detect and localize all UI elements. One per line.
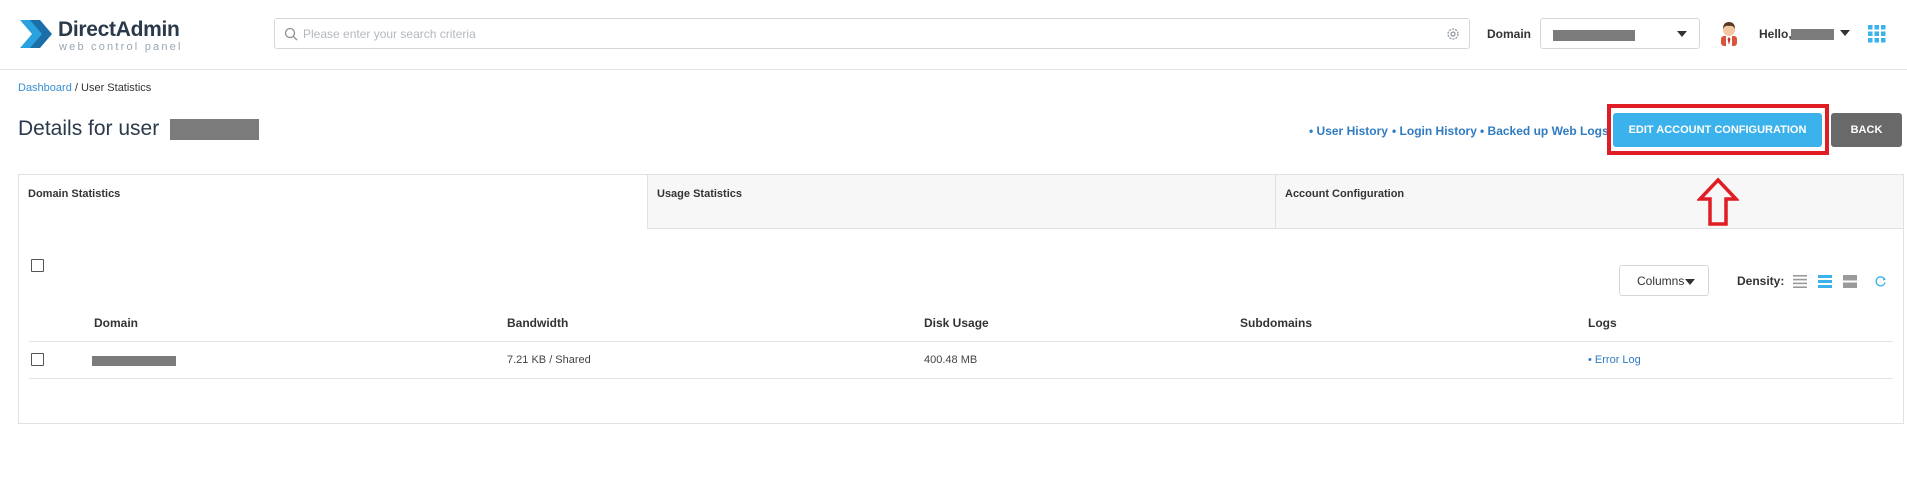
density-standard-icon[interactable] (1818, 275, 1832, 288)
gear-icon[interactable] (1446, 27, 1460, 41)
table-divider (29, 341, 1893, 342)
redacted-username (1791, 29, 1834, 40)
breadcrumb: Dashboard / User Statistics (18, 82, 151, 94)
columns-button[interactable]: Columns (1619, 265, 1709, 296)
error-log-link[interactable]: Error Log (1595, 354, 1641, 366)
top-header: DirectAdmin web control panel Domain Hel… (0, 0, 1907, 70)
directadmin-logo-icon (20, 20, 52, 48)
redacted-domain-cell (92, 356, 176, 366)
domain-label: Domain (1487, 27, 1532, 41)
table-divider (29, 378, 1893, 379)
refresh-icon[interactable] (1874, 275, 1887, 288)
breadcrumb-separator: / (74, 82, 78, 94)
column-header-bandwidth[interactable]: Bandwidth (507, 316, 568, 330)
tab-account-configuration[interactable]: Account Configuration (1275, 175, 1903, 229)
backed-up-web-logs-link[interactable]: Backed up Web Logs (1488, 124, 1609, 138)
logo-title: DirectAdmin (58, 18, 180, 41)
up-arrow-icon (1697, 177, 1739, 226)
logo[interactable]: DirectAdmin web control panel (18, 16, 188, 56)
back-button[interactable]: BACK (1831, 113, 1902, 147)
columns-label: Columns (1637, 274, 1685, 288)
search-bar[interactable] (274, 18, 1470, 49)
redacted-domain (1553, 30, 1635, 41)
login-history-link-wrap: • Login History (1392, 124, 1477, 138)
select-all-checkbox[interactable] (31, 259, 44, 272)
statistics-panel: Domain Statistics Usage Statistics Accou… (18, 174, 1904, 424)
redacted-username-title (170, 119, 259, 140)
density-comfortable-icon[interactable] (1843, 275, 1857, 288)
column-header-subdomains[interactable]: Subdomains (1240, 316, 1312, 330)
tab-domain-statistics[interactable]: Domain Statistics (19, 175, 647, 229)
logo-subtitle: web control panel (59, 41, 183, 53)
breadcrumb-dashboard-link[interactable]: Dashboard (18, 82, 72, 94)
logs-bullet: • (1588, 354, 1592, 366)
density-label: Density: (1737, 274, 1785, 288)
hello-label[interactable]: Hello, (1759, 27, 1792, 41)
user-history-link-wrap: • User History (1309, 124, 1388, 138)
tab-usage-statistics[interactable]: Usage Statistics (647, 175, 1275, 229)
login-history-link[interactable]: Login History (1400, 124, 1477, 138)
link-bullet: • (1480, 124, 1485, 138)
column-header-disk-usage[interactable]: Disk Usage (924, 316, 989, 330)
search-icon (284, 27, 298, 41)
page-title: Details for user (18, 117, 160, 140)
user-history-link[interactable]: User History (1317, 124, 1388, 138)
backed-up-web-logs-link-wrap: • Backed up Web Logs (1480, 124, 1609, 138)
logs-cell: • Error Log (1588, 354, 1641, 366)
grid-apps-icon[interactable] (1868, 25, 1886, 43)
column-header-domain[interactable]: Domain (94, 316, 138, 330)
link-bullet: • (1309, 124, 1314, 138)
avatar[interactable] (1718, 20, 1740, 46)
domain-select[interactable] (1540, 18, 1700, 49)
bandwidth-cell: 7.21 KB / Shared (507, 354, 591, 366)
user-menu-chevron-icon[interactable] (1840, 30, 1850, 36)
chevron-down-icon (1677, 31, 1687, 37)
breadcrumb-current: User Statistics (81, 82, 152, 94)
tabs: Domain Statistics Usage Statistics Accou… (19, 175, 1903, 229)
density-compact-icon[interactable] (1793, 275, 1807, 288)
edit-account-configuration-button[interactable]: EDIT ACCOUNT CONFIGURATION (1613, 113, 1822, 147)
link-bullet: • (1392, 124, 1397, 138)
disk-usage-cell: 400.48 MB (924, 354, 978, 366)
chevron-down-icon (1685, 279, 1695, 285)
row-checkbox[interactable] (31, 353, 44, 366)
column-header-logs[interactable]: Logs (1588, 316, 1617, 330)
search-input[interactable] (303, 19, 1433, 48)
